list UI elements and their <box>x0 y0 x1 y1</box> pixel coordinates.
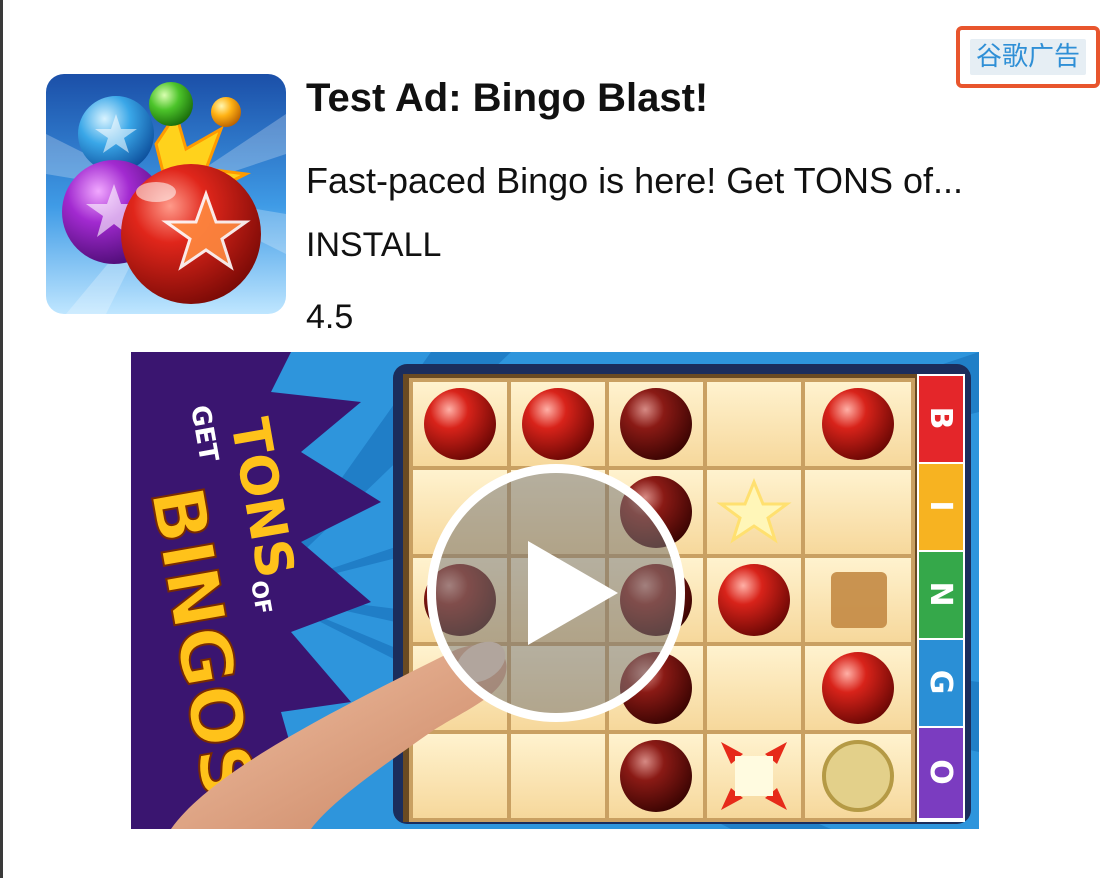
bingo-balls-icon <box>46 74 286 314</box>
bingo-letter-g: G <box>923 670 958 695</box>
bingo-letter-n: N <box>923 581 958 606</box>
install-button[interactable]: INSTALL <box>306 226 441 265</box>
play-button[interactable] <box>427 464 685 722</box>
play-icon <box>528 541 618 645</box>
ad-body-text: Fast-paced Bingo is here! Get TONS of... <box>306 160 963 201</box>
ad-attribution-label: 谷歌广告 <box>969 39 1086 75</box>
bingo-letter-o: O <box>923 759 958 785</box>
ad-attribution-badge: 谷歌广告 <box>956 26 1100 88</box>
ad-headline[interactable]: Test Ad: Bingo Blast! <box>306 76 708 121</box>
bingo-letter-i: I <box>923 500 958 511</box>
native-ad-container: 谷歌广告 Test Ad: Bingo Blast! Fast-paced Bi… <box>0 0 1100 878</box>
star-rating: 4.5 <box>306 298 354 336</box>
bingo-letter-b: B <box>923 407 958 430</box>
app-icon[interactable] <box>46 74 286 314</box>
